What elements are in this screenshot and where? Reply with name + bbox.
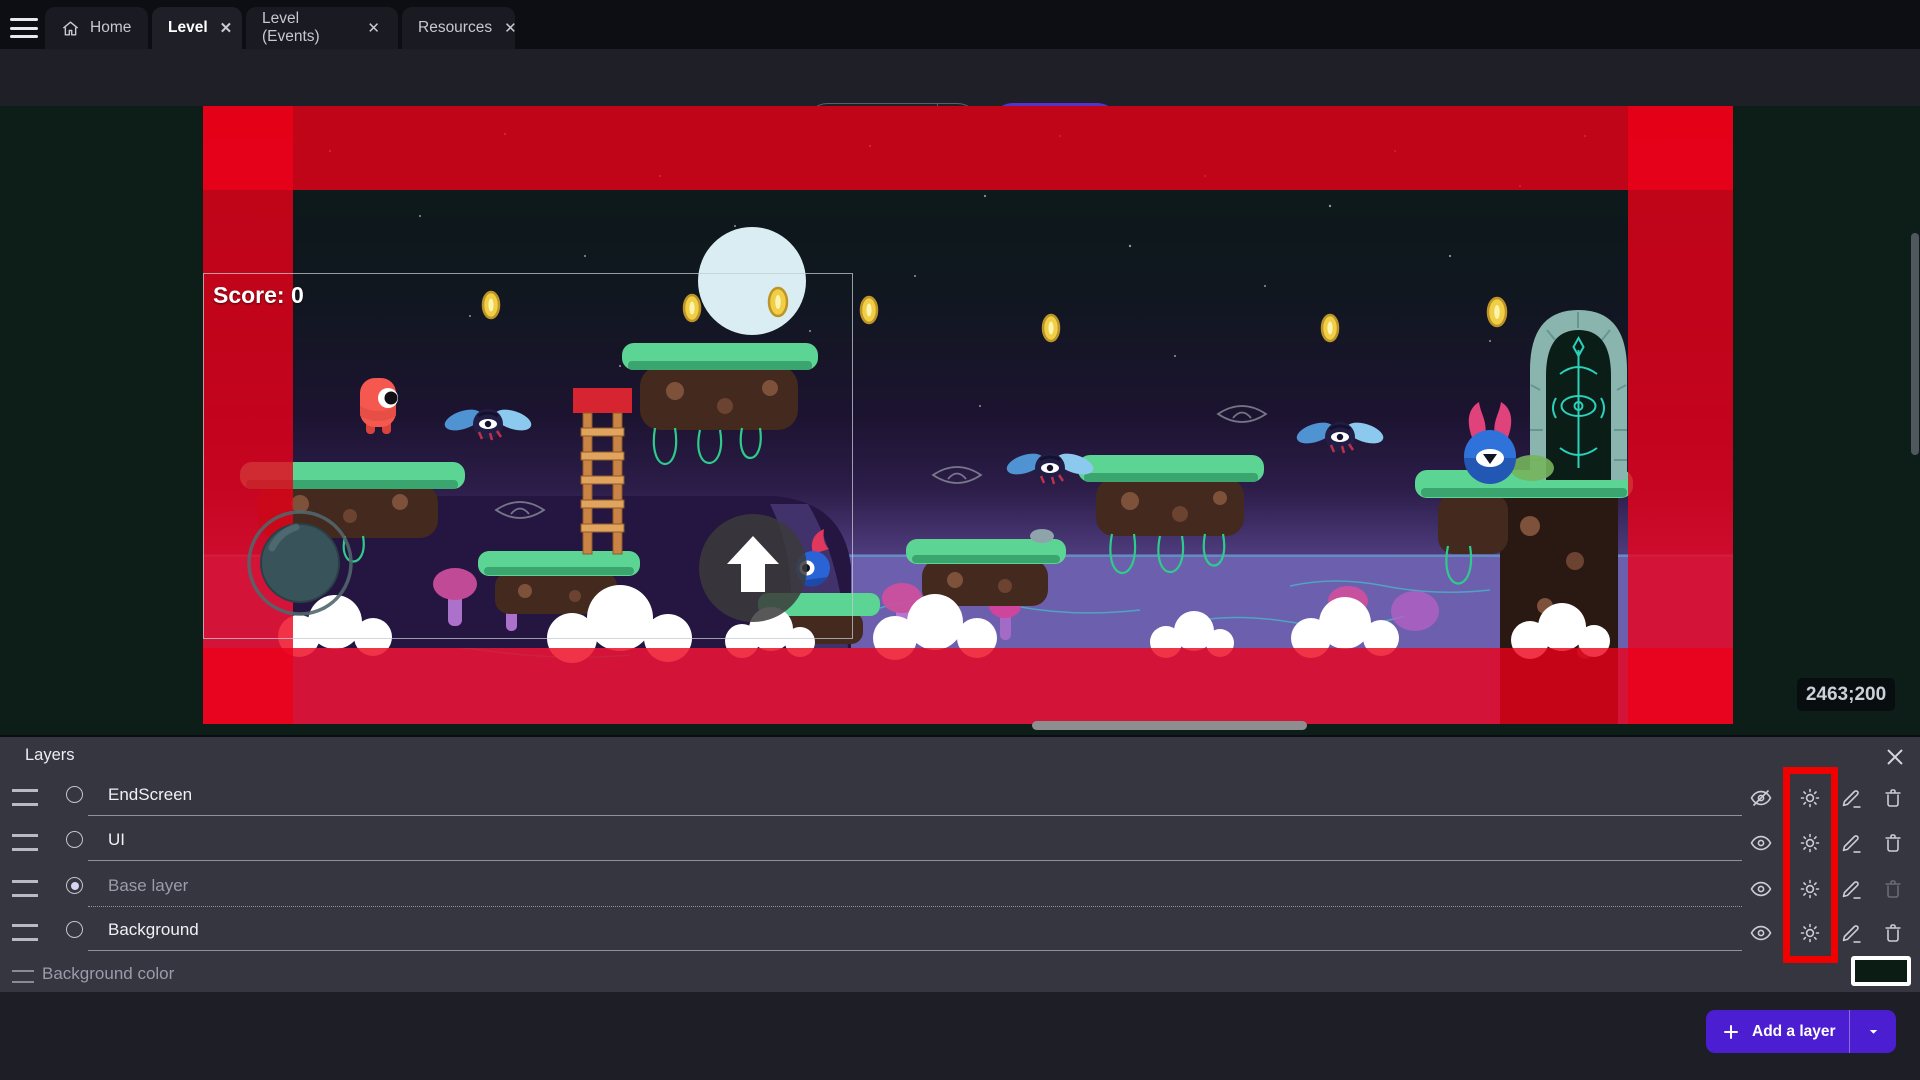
layer-radio[interactable] [66, 786, 83, 803]
add-layer-split-button: Add a layer [1706, 1010, 1896, 1053]
lighting-sun-icon[interactable] [1798, 877, 1822, 901]
delete-trash-icon-disabled [1881, 877, 1905, 901]
close-panel-icon[interactable] [1884, 746, 1906, 768]
add-layer-dropdown[interactable] [1849, 1010, 1896, 1053]
gdevelop-editor-window: Home Level ✕ Level (Events) ✕ Resources … [0, 0, 1920, 1080]
layer-name-input[interactable]: EndScreen [108, 785, 192, 805]
add-layer-label: Add a layer [1752, 1023, 1836, 1041]
lighting-sun-icon[interactable] [1798, 831, 1822, 855]
tab-label: Home [90, 19, 131, 37]
main-menu-hamburger-icon[interactable] [10, 18, 38, 38]
arch-portal-sprite[interactable] [1530, 310, 1627, 480]
tab-bar: Home Level ✕ Level (Events) ✕ Resources … [0, 0, 1920, 49]
lighting-sun-icon[interactable] [1798, 786, 1822, 810]
layer-drag-handle[interactable] [12, 924, 38, 941]
delete-trash-icon[interactable] [1881, 786, 1905, 810]
layer-name-underline [88, 860, 1742, 861]
layer-drag-handle[interactable] [12, 880, 38, 897]
lighting-sun-icon[interactable] [1798, 921, 1822, 945]
layer-drag-handle[interactable] [12, 789, 38, 806]
edit-pencil-icon[interactable] [1840, 831, 1864, 855]
panel-footer: Add a layer [0, 992, 1920, 1080]
cursor-coordinates-badge: 2463;200 [1797, 678, 1895, 711]
vertical-scrollbar[interactable] [1911, 233, 1919, 455]
tab-label: Level (Events) [262, 10, 355, 46]
layer-name-input[interactable]: Background [108, 920, 199, 940]
toolbar: Preview Publish [0, 49, 1920, 106]
scene-canvas[interactable]: Score: 0 2463;200 [0, 106, 1920, 735]
edit-pencil-icon[interactable] [1840, 877, 1864, 901]
layer-name-underline [88, 906, 1742, 907]
chevron-down-icon [1866, 1024, 1881, 1039]
tab-home[interactable]: Home [45, 7, 148, 49]
tab-level[interactable]: Level ✕ [152, 7, 242, 49]
tab-level-events[interactable]: Level (Events) ✕ [246, 7, 398, 49]
close-tab-icon[interactable]: ✕ [365, 19, 382, 38]
visibility-eye-icon[interactable] [1749, 831, 1773, 855]
layer-name-input[interactable]: Base layer [108, 876, 188, 896]
background-color-drag-handle [12, 970, 34, 983]
plus-icon [1722, 1023, 1740, 1041]
visibility-off-eye-icon[interactable] [1749, 786, 1773, 810]
layer-name-underline [88, 950, 1742, 951]
layer-radio-selected[interactable] [66, 877, 83, 894]
layer-radio[interactable] [66, 921, 83, 938]
horizontal-scrollbar[interactable] [1032, 721, 1307, 730]
tab-resources[interactable]: Resources ✕ [402, 7, 515, 49]
layers-panel-title: Layers [25, 746, 75, 765]
layers-panel: Layers EndScreen UI Base layer Backgroun [0, 735, 1920, 992]
background-color-swatch[interactable] [1851, 956, 1911, 986]
delete-trash-icon[interactable] [1881, 921, 1905, 945]
close-tab-icon[interactable]: ✕ [502, 19, 519, 38]
home-icon [61, 19, 80, 38]
layer-name-underline [88, 815, 1742, 816]
edit-pencil-icon[interactable] [1840, 921, 1864, 945]
layer-drag-handle[interactable] [12, 834, 38, 851]
camera-selection-rectangle[interactable] [203, 273, 853, 639]
score-label: Score: 0 [213, 282, 304, 309]
edit-pencil-icon[interactable] [1840, 786, 1864, 810]
tab-label: Resources [418, 19, 492, 37]
visibility-eye-icon[interactable] [1749, 877, 1773, 901]
layer-radio[interactable] [66, 831, 83, 848]
delete-trash-icon[interactable] [1881, 831, 1905, 855]
layer-name-input[interactable]: UI [108, 830, 125, 850]
close-tab-icon[interactable]: ✕ [218, 19, 235, 38]
tab-label: Level [168, 19, 208, 37]
add-layer-button[interactable]: Add a layer [1706, 1010, 1849, 1053]
background-color-label: Background color [42, 964, 174, 984]
visibility-eye-icon[interactable] [1749, 921, 1773, 945]
